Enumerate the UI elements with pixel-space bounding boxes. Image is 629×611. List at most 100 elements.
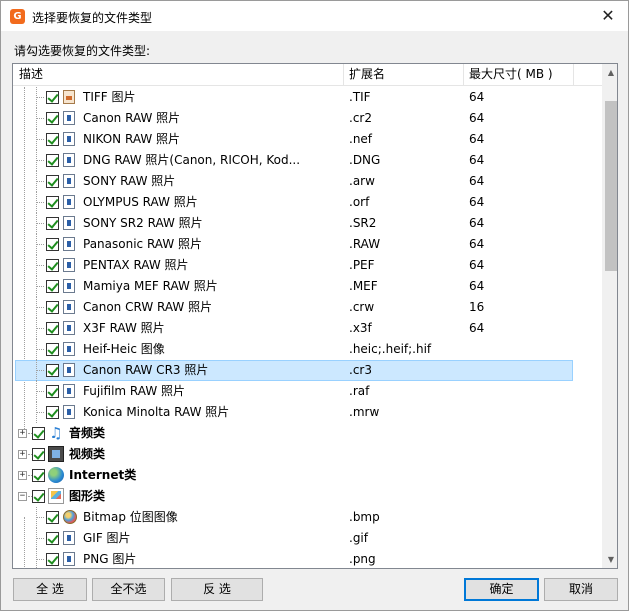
file-type-checkbox[interactable] — [46, 301, 59, 314]
scrollbar-thumb[interactable] — [605, 101, 617, 271]
file-type-row[interactable]: SONY SR2 RAW 照片 .SR2 64 — [13, 213, 602, 234]
expand-icon[interactable]: + — [18, 471, 27, 480]
category-checkbox[interactable] — [32, 448, 45, 461]
column-header-extension[interactable]: 扩展名 — [343, 64, 463, 86]
file-type-row[interactable]: OLYMPUS RAW 照片 .orf 64 — [13, 192, 602, 213]
file-type-label: TIFF 图片 — [83, 90, 136, 104]
extension-cell: .orf — [349, 195, 370, 209]
extension-cell: .gif — [349, 531, 368, 545]
category-row[interactable]: + Internet类 — [13, 465, 602, 486]
file-type-row[interactable]: Fujifilm RAW 照片 .raf — [13, 381, 602, 402]
file-type-row[interactable]: SONY RAW 照片 .arw 64 — [13, 171, 602, 192]
globe-icon — [48, 467, 64, 483]
file-type-row[interactable]: Heif-Heic 图像 .heic;.heif;.hif — [13, 339, 602, 360]
select-none-button[interactable]: 全不选 — [92, 578, 165, 601]
column-header-description[interactable]: 描述 — [13, 64, 343, 86]
file-type-row[interactable]: PENTAX RAW 照片 .PEF 64 — [13, 255, 602, 276]
file-type-checkbox[interactable] — [46, 196, 59, 209]
category-checkbox[interactable] — [32, 469, 45, 482]
column-header-max-size[interactable]: 最大尺寸( MB ) — [463, 64, 573, 86]
expand-icon[interactable]: + — [18, 429, 27, 438]
tree-guide-line — [36, 381, 37, 402]
file-type-row[interactable]: Canon RAW CR3 照片 .cr3 — [13, 360, 602, 381]
category-checkbox[interactable] — [32, 427, 45, 440]
film-icon — [48, 446, 64, 462]
max-size-cell: 64 — [469, 195, 485, 209]
invert-selection-button[interactable]: 反 选 — [171, 578, 263, 601]
category-label: 音频类 — [69, 426, 106, 440]
file-icon — [63, 552, 75, 566]
max-size-cell: 64 — [469, 321, 485, 335]
file-type-checkbox[interactable] — [46, 511, 59, 524]
file-type-label: NIKON RAW 照片 — [83, 132, 181, 146]
extension-cell: .mrw — [349, 405, 380, 419]
tree-guide-line — [36, 538, 44, 539]
file-type-checkbox[interactable] — [46, 238, 59, 251]
file-type-row[interactable]: Bitmap 位图图像 .bmp — [13, 507, 602, 528]
dialog-window: G 选择要恢复的文件类型 ✕ 请勾选要恢复的文件类型: 描述 扩展名 最大尺寸(… — [0, 0, 629, 611]
file-type-checkbox[interactable] — [46, 259, 59, 272]
graphics-icon — [48, 488, 64, 504]
file-type-row[interactable]: X3F RAW 照片 .x3f 64 — [13, 318, 602, 339]
file-type-checkbox[interactable] — [46, 343, 59, 356]
extension-cell: .png — [349, 552, 376, 566]
max-size-cell: 64 — [469, 279, 485, 293]
tree-guide-line — [36, 360, 37, 381]
file-type-checkbox[interactable] — [46, 133, 59, 146]
file-type-row[interactable]: Canon RAW 照片 .cr2 64 — [13, 108, 602, 129]
file-type-row[interactable]: Mamiya MEF RAW 照片 .MEF 64 — [13, 276, 602, 297]
collapse-icon[interactable]: − — [18, 492, 27, 501]
tree-guide-line — [36, 412, 44, 413]
vertical-scrollbar[interactable]: ▲ ▼ — [602, 64, 617, 568]
file-type-label: OLYMPUS RAW 照片 — [83, 195, 198, 209]
expand-icon[interactable]: + — [18, 450, 27, 459]
file-icon — [63, 321, 75, 335]
close-button[interactable]: ✕ — [588, 1, 628, 31]
file-type-label: X3F RAW 照片 — [83, 321, 165, 335]
scroll-down-icon[interactable]: ▼ — [603, 551, 617, 568]
tree-guide-line — [36, 255, 37, 276]
ok-button[interactable]: 确定 — [464, 578, 539, 601]
file-type-row[interactable]: PNG 图片 .png — [13, 549, 602, 568]
file-type-checkbox[interactable] — [46, 322, 59, 335]
file-type-checkbox[interactable] — [46, 553, 59, 566]
file-type-checkbox[interactable] — [46, 217, 59, 230]
select-all-button[interactable]: 全 选 — [13, 578, 87, 601]
file-type-row[interactable]: DNG RAW 照片(Canon, RICOH, Kod... .DNG 64 — [13, 150, 602, 171]
file-type-label: GIF 图片 — [83, 531, 131, 545]
file-type-checkbox[interactable] — [46, 175, 59, 188]
tree-guide-line — [36, 402, 37, 423]
file-type-row[interactable]: TIFF 图片 .TIF 64 — [13, 87, 602, 108]
file-type-checkbox[interactable] — [46, 532, 59, 545]
file-type-row[interactable]: NIKON RAW 照片 .nef 64 — [13, 129, 602, 150]
category-checkbox[interactable] — [32, 490, 45, 503]
file-type-checkbox[interactable] — [46, 280, 59, 293]
category-row[interactable]: − 图形类 — [13, 486, 602, 507]
file-type-checkbox[interactable] — [46, 406, 59, 419]
file-type-checkbox[interactable] — [46, 154, 59, 167]
category-row[interactable]: + ♫ 音频类 — [13, 423, 602, 444]
file-icon — [63, 342, 75, 356]
extension-cell: .arw — [349, 174, 375, 188]
file-icon — [63, 300, 75, 314]
file-type-row[interactable]: Panasonic RAW 照片 .RAW 64 — [13, 234, 602, 255]
file-type-label: Panasonic RAW 照片 — [83, 237, 203, 251]
file-type-row[interactable]: GIF 图片 .gif — [13, 528, 602, 549]
file-type-row[interactable]: Canon CRW RAW 照片 .crw 16 — [13, 297, 602, 318]
cancel-button[interactable]: 取消 — [544, 578, 618, 601]
tree-guide-line — [36, 328, 44, 329]
file-type-checkbox[interactable] — [46, 112, 59, 125]
file-type-row[interactable]: Konica Minolta RAW 照片 .mrw — [13, 402, 602, 423]
tree-guide-line — [36, 97, 44, 98]
file-type-checkbox[interactable] — [46, 364, 59, 377]
scroll-up-icon[interactable]: ▲ — [603, 64, 617, 81]
tree-guide-line — [36, 181, 44, 182]
tree-guide-line — [36, 213, 37, 234]
max-size-cell: 64 — [469, 174, 485, 188]
file-type-checkbox[interactable] — [46, 385, 59, 398]
column-divider[interactable] — [573, 64, 574, 86]
category-row[interactable]: + 视频类 — [13, 444, 602, 465]
file-type-checkbox[interactable] — [46, 91, 59, 104]
file-icon — [63, 258, 75, 272]
file-icon — [63, 111, 75, 125]
